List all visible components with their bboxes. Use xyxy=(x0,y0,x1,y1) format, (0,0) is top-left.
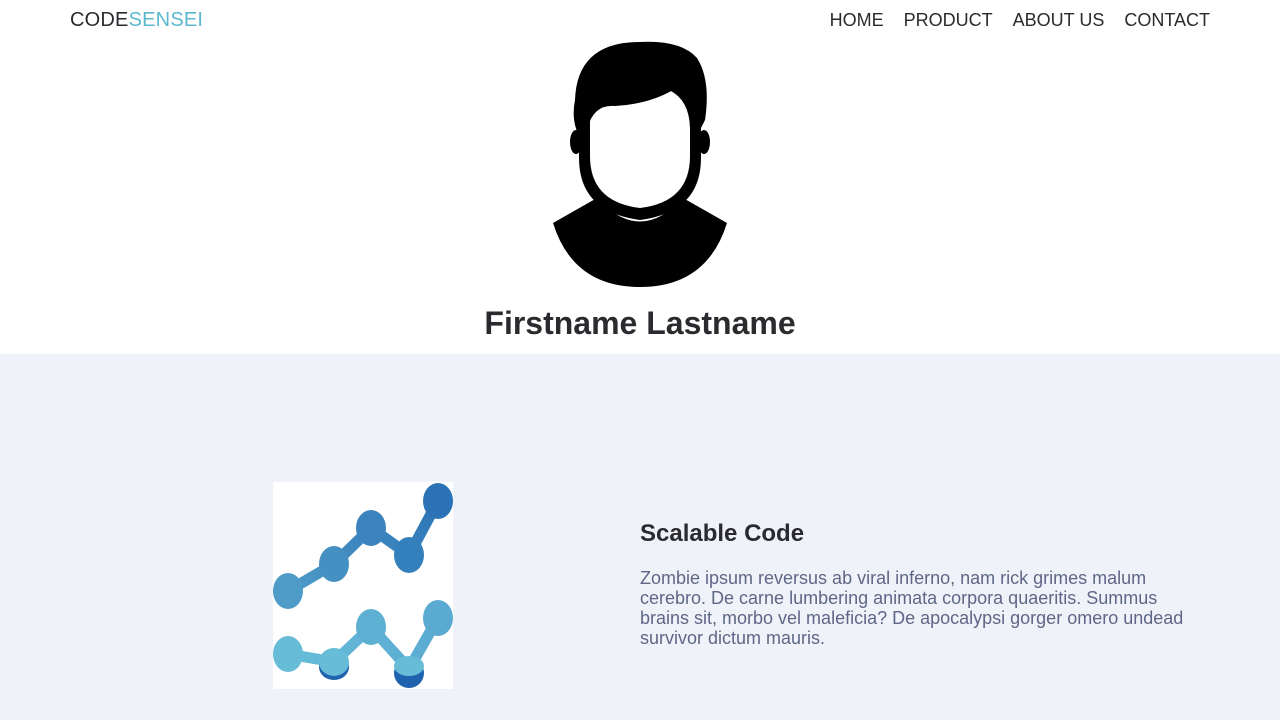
feature-title: Scalable Code xyxy=(640,520,805,547)
feature-section: Scalable Code Zombie ipsum reversus ab v… xyxy=(0,354,1280,720)
line-chart-icon xyxy=(273,482,453,689)
nav-links: HOME PRODUCT ABOUT US CONTACT xyxy=(830,9,1210,31)
navbar: CODESENSEI HOME PRODUCT ABOUT US CONTACT xyxy=(0,0,1280,40)
brand-text-code: CODE xyxy=(70,9,129,31)
profile-name: Firstname Lastname xyxy=(484,305,796,341)
feature-description: Zombie ipsum reversus ab viral inferno, … xyxy=(640,568,1184,648)
brand-logo[interactable]: CODESENSEI xyxy=(70,9,203,31)
nav-link-contact[interactable]: CONTACT xyxy=(1124,9,1210,31)
nav-link-product[interactable]: PRODUCT xyxy=(904,9,993,31)
user-silhouette-icon xyxy=(553,41,727,287)
brand-text-sensei: SENSEI xyxy=(128,9,204,31)
nav-link-home[interactable]: HOME xyxy=(830,9,884,31)
nav-link-about-us[interactable]: ABOUT US xyxy=(1013,9,1105,31)
